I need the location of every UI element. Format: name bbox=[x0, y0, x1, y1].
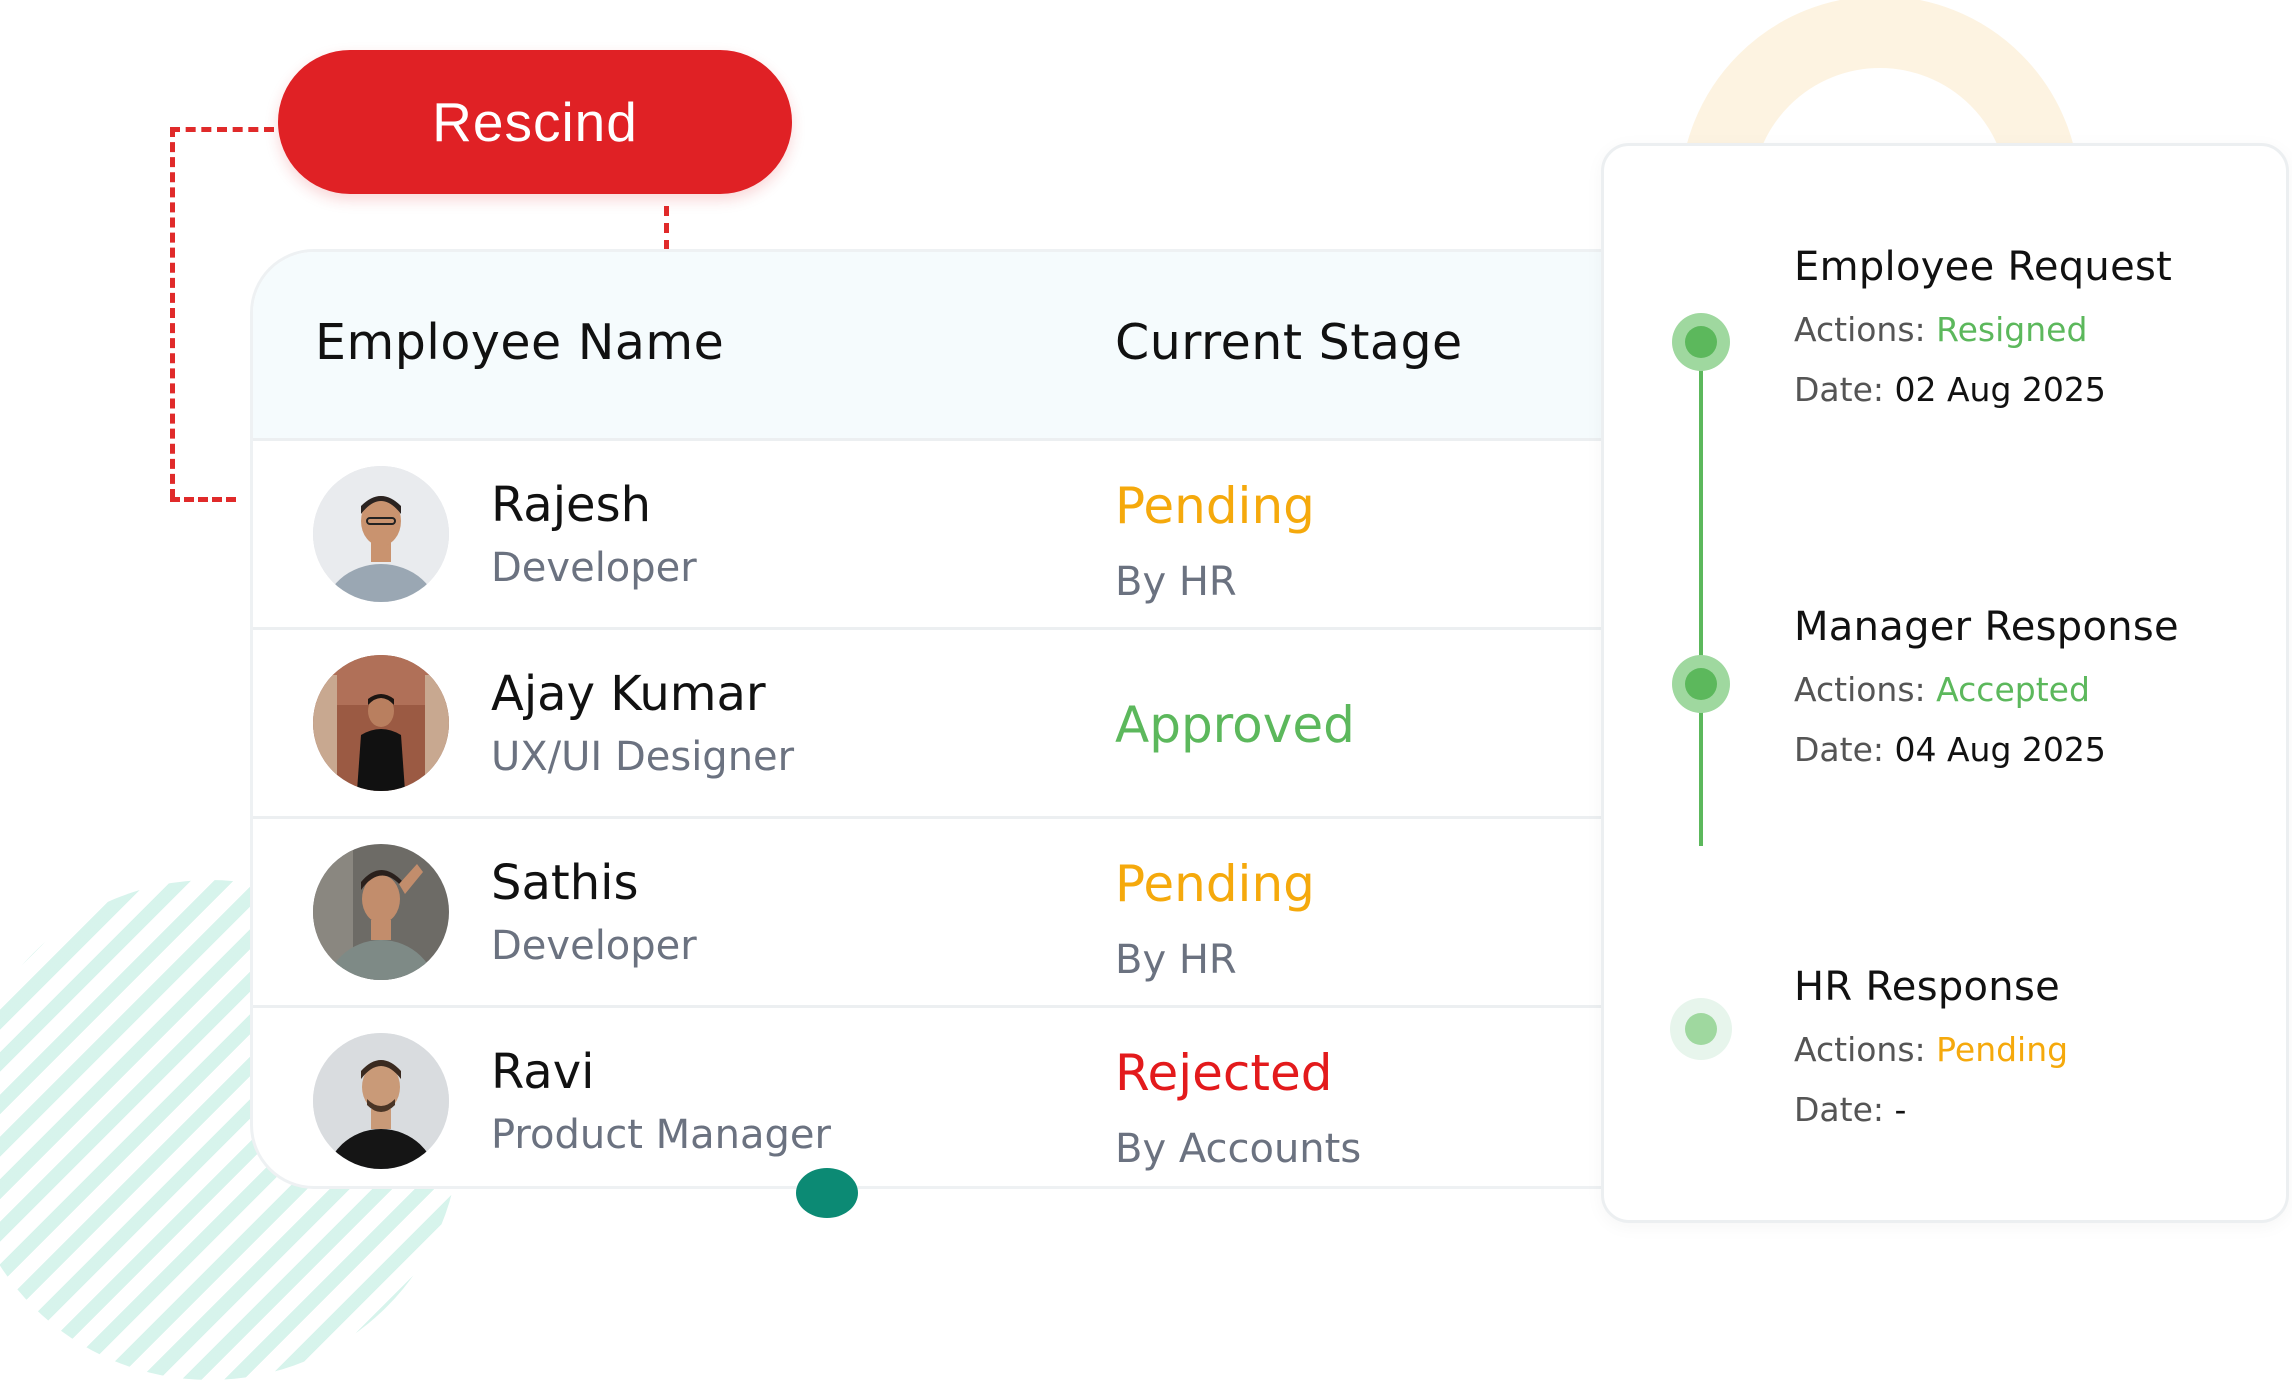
dashed-connector-bottom bbox=[170, 497, 236, 502]
employee-name: Rajesh bbox=[491, 477, 652, 533]
actions-label: Actions: bbox=[1794, 310, 1926, 349]
approval-timeline: Employee Request Actions: Resigned Date:… bbox=[1601, 143, 2289, 1223]
employee-role: Developer bbox=[491, 923, 697, 969]
date-value: 04 Aug 2025 bbox=[1894, 730, 2106, 769]
timeline-step-completed-icon bbox=[1672, 313, 1730, 371]
table-row[interactable]: Ravi Product Manager Rejected By Account… bbox=[253, 1008, 1670, 1186]
timeline-step-pending-icon bbox=[1670, 998, 1732, 1060]
timeline-step-title: Employee Request bbox=[1794, 244, 2173, 290]
table-header: Employee Name Current Stage bbox=[253, 252, 1670, 441]
rescind-button[interactable]: Rescind bbox=[278, 50, 792, 194]
timeline-step-date: Date: 02 Aug 2025 bbox=[1794, 370, 2106, 409]
employee-name: Sathis bbox=[491, 855, 639, 911]
actions-value: Resigned bbox=[1936, 310, 2088, 349]
stage-status: Pending bbox=[1115, 477, 1315, 535]
timeline-step-date: Date: - bbox=[1794, 1090, 1906, 1129]
date-label: Date: bbox=[1794, 370, 1884, 409]
date-label: Date: bbox=[1794, 730, 1884, 769]
stage-status: Pending bbox=[1115, 855, 1315, 913]
table-row[interactable]: Rajesh Developer Pending By HR bbox=[253, 441, 1670, 630]
timeline-line bbox=[1699, 342, 1703, 846]
timeline-step-actions: Actions: Accepted bbox=[1794, 670, 2090, 709]
stage-by: By HR bbox=[1115, 559, 1237, 605]
date-label: Date: bbox=[1794, 1090, 1884, 1129]
stage-status: Rejected bbox=[1115, 1044, 1333, 1102]
timeline-step-title: HR Response bbox=[1794, 964, 2060, 1010]
employee-name: Ravi bbox=[491, 1044, 595, 1100]
avatar bbox=[313, 655, 449, 791]
table-row[interactable]: Sathis Developer Pending By HR bbox=[253, 819, 1670, 1008]
actions-label: Actions: bbox=[1794, 1030, 1926, 1069]
actions-value: Accepted bbox=[1936, 670, 2090, 709]
dashed-connector-vertical bbox=[170, 127, 175, 499]
employee-role: Developer bbox=[491, 545, 697, 591]
avatar bbox=[313, 844, 449, 980]
timeline-step-actions: Actions: Pending bbox=[1794, 1030, 2068, 1069]
column-header-employee-name[interactable]: Employee Name bbox=[315, 314, 724, 371]
drag-handle[interactable] bbox=[796, 1168, 858, 1218]
employee-name: Ajay Kumar bbox=[491, 666, 766, 722]
employee-role: UX/UI Designer bbox=[491, 734, 795, 780]
timeline-step-date: Date: 04 Aug 2025 bbox=[1794, 730, 2106, 769]
actions-label: Actions: bbox=[1794, 670, 1926, 709]
timeline-step-title: Manager Response bbox=[1794, 604, 2179, 650]
employee-table: Employee Name Current Stage Rajesh Devel… bbox=[250, 249, 1670, 1189]
date-value: - bbox=[1894, 1090, 1907, 1129]
stage-by: By HR bbox=[1115, 937, 1237, 983]
date-value: 02 Aug 2025 bbox=[1894, 370, 2106, 409]
dashed-connector-top bbox=[170, 127, 274, 132]
stage-status: Approved bbox=[1115, 696, 1355, 754]
timeline-step-completed-icon bbox=[1672, 655, 1730, 713]
table-row[interactable]: Ajay Kumar UX/UI Designer Approved bbox=[253, 630, 1670, 819]
stage-by: By Accounts bbox=[1115, 1126, 1362, 1172]
timeline-step-actions: Actions: Resigned bbox=[1794, 310, 2087, 349]
avatar bbox=[313, 1033, 449, 1169]
column-header-current-stage[interactable]: Current Stage bbox=[1115, 314, 1463, 371]
dashed-connector-drop bbox=[664, 206, 669, 250]
employee-role: Product Manager bbox=[491, 1112, 831, 1158]
avatar bbox=[313, 466, 449, 602]
actions-value: Pending bbox=[1936, 1030, 2069, 1069]
